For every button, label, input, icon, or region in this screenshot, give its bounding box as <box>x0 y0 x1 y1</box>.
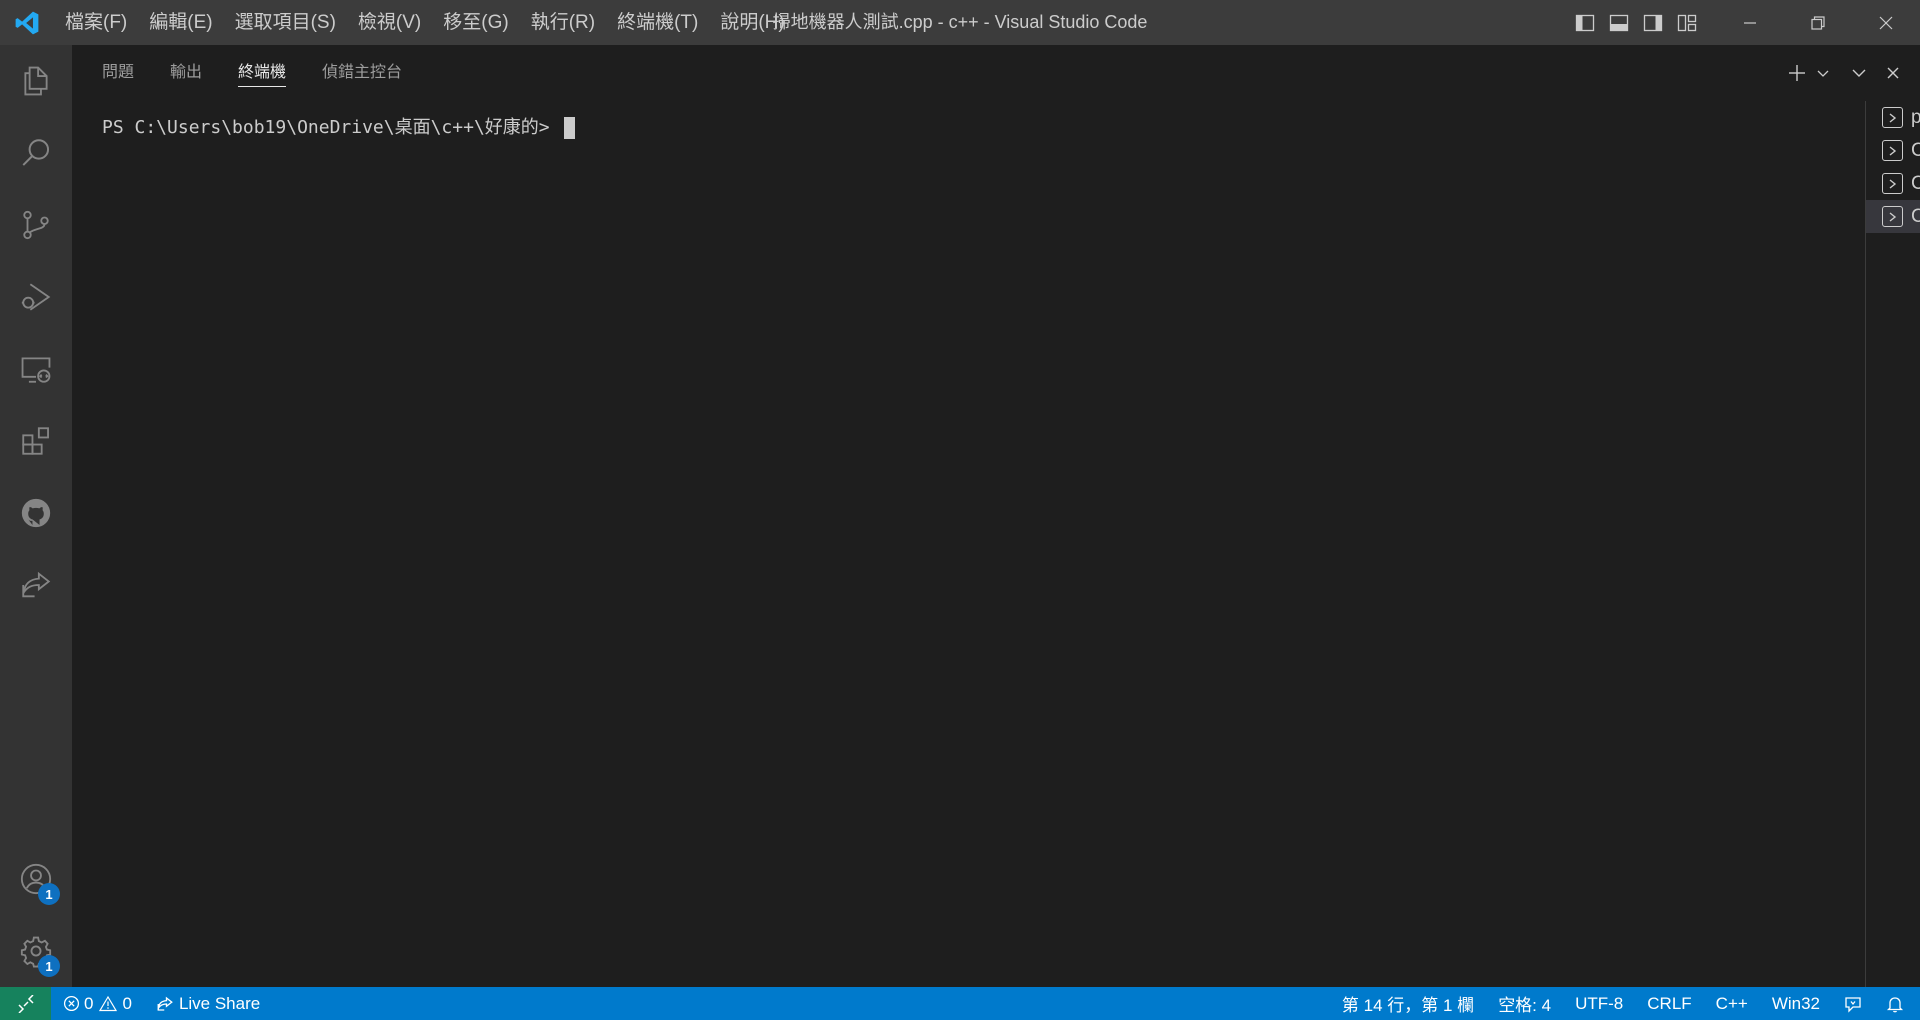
menu-go[interactable]: 移至(G) <box>432 0 519 45</box>
terminal-cursor <box>564 117 576 139</box>
remote-indicator-icon[interactable] <box>0 987 51 1020</box>
launch-profile-chevron-down-icon[interactable] <box>1814 56 1832 90</box>
activity-bar: 1 1 <box>0 45 72 987</box>
minimize-icon[interactable] <box>1716 0 1784 45</box>
terminal-prompt: PS C:\Users\bob19\OneDrive\桌面\c++\好康的> <box>102 117 561 138</box>
end-of-line[interactable]: CRLF <box>1635 987 1703 1020</box>
encoding[interactable]: UTF-8 <box>1563 987 1635 1020</box>
new-terminal-icon[interactable] <box>1780 56 1814 90</box>
remote-explorer-icon[interactable] <box>0 333 72 405</box>
tab-output[interactable]: 輸出 <box>170 45 202 101</box>
terminal-tab-label: powe... <box>1911 106 1920 128</box>
terminal-tabs-list: powe... Code Code Code <box>1865 101 1920 987</box>
warning-count: 0 <box>122 993 132 1013</box>
language-mode[interactable]: C++ <box>1704 987 1760 1020</box>
menu-edit[interactable]: 編輯(E) <box>138 0 223 45</box>
hide-panel-chevron-down-icon[interactable] <box>1842 56 1876 90</box>
terminal-tab-item[interactable]: powe... <box>1866 101 1920 134</box>
terminal-output[interactable]: PS C:\Users\bob19\OneDrive\桌面\c++\好康的> <box>102 117 576 139</box>
tab-terminal[interactable]: 終端機 <box>238 45 287 101</box>
settings-gear-icon[interactable]: 1 <box>0 915 72 987</box>
terminal-tab-label: Code <box>1911 172 1920 194</box>
terminal-icon <box>1882 107 1903 128</box>
close-icon[interactable] <box>1852 0 1920 45</box>
menu-selection[interactable]: 選取項目(S) <box>224 0 347 45</box>
search-icon[interactable] <box>0 117 72 189</box>
menu-help[interactable]: 說明(H) <box>709 0 795 45</box>
menu-view[interactable]: 檢視(V) <box>347 0 432 45</box>
terminal-tab-label: Code <box>1911 139 1920 161</box>
menu-terminal[interactable]: 終端機(T) <box>606 0 709 45</box>
menu-file[interactable]: 檔案(F) <box>54 0 138 45</box>
terminal-tab-item[interactable]: Code <box>1866 134 1920 167</box>
tab-problems[interactable]: 問題 <box>102 45 134 101</box>
explorer-icon[interactable] <box>0 45 72 117</box>
error-icon <box>63 995 80 1012</box>
close-panel-icon[interactable] <box>1876 56 1910 90</box>
source-control-icon[interactable] <box>0 189 72 261</box>
indentation[interactable]: 空格: 4 <box>1486 987 1563 1020</box>
terminal-panel: 問題 輸出 終端機 偵錯主控台 PS C:\Users\bob19\OneDri… <box>72 45 1920 987</box>
warning-icon <box>99 995 118 1012</box>
accounts-icon[interactable]: 1 <box>0 843 72 915</box>
platform-config[interactable]: Win32 <box>1760 987 1832 1020</box>
toggle-panel-icon[interactable] <box>1602 0 1636 45</box>
terminal-icon <box>1882 140 1903 161</box>
problems-status[interactable]: 0 0 <box>51 987 144 1020</box>
feedback-icon[interactable] <box>1832 987 1874 1020</box>
terminal-icon <box>1882 173 1903 194</box>
terminal-icon <box>1882 206 1903 227</box>
terminal-tab-item[interactable]: Code <box>1866 200 1920 233</box>
panel-tabs: 問題 輸出 終端機 偵錯主控台 <box>102 45 438 101</box>
terminal-tab-label: Code <box>1911 205 1920 227</box>
toggle-primary-sidebar-icon[interactable] <box>1568 0 1602 45</box>
tab-debug-console[interactable]: 偵錯主控台 <box>322 45 402 101</box>
menu-run[interactable]: 執行(R) <box>520 0 606 45</box>
run-debug-icon[interactable] <box>0 261 72 333</box>
customize-layout-icon[interactable] <box>1670 0 1704 45</box>
extensions-icon[interactable] <box>0 405 72 477</box>
error-count: 0 <box>84 993 94 1013</box>
live-share-icon[interactable] <box>0 549 72 621</box>
terminal-tab-item[interactable]: Code <box>1866 167 1920 200</box>
notifications-bell-icon[interactable] <box>1874 987 1920 1020</box>
toggle-secondary-sidebar-icon[interactable] <box>1636 0 1670 45</box>
restore-icon[interactable] <box>1784 0 1852 45</box>
github-icon[interactable] <box>0 477 72 549</box>
live-share-status-icon <box>157 996 173 1011</box>
live-share-status[interactable]: Live Share <box>144 987 272 1020</box>
status-bar: 0 0 Live Share 第 14 行，第 1 欄 空格: 4 UTF-8 … <box>0 987 1920 1020</box>
accounts-badge: 1 <box>38 883 60 905</box>
vscode-logo-icon <box>0 0 54 45</box>
menu-bar: 檔案(F) 編輯(E) 選取項目(S) 檢視(V) 移至(G) 執行(R) 終端… <box>54 0 796 45</box>
live-share-label: Live Share <box>178 993 261 1013</box>
cursor-position[interactable]: 第 14 行，第 1 欄 <box>1330 987 1486 1020</box>
title-bar: 檔案(F) 編輯(E) 選取項目(S) 檢視(V) 移至(G) 執行(R) 終端… <box>0 0 1920 45</box>
settings-badge: 1 <box>38 955 60 977</box>
